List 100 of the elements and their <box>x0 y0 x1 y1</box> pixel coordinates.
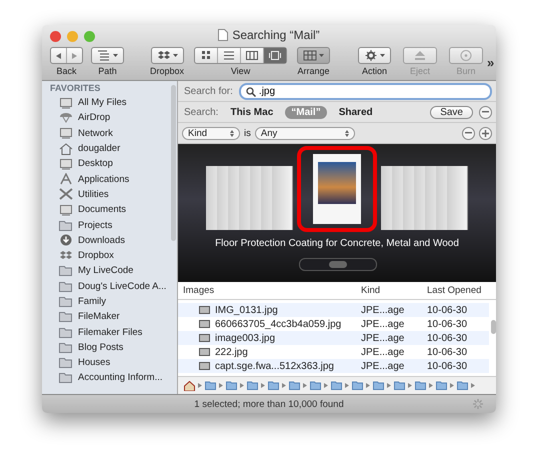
applications-icon <box>59 173 73 186</box>
view-mode-control[interactable] <box>194 47 288 64</box>
sidebar-item[interactable]: dougalder <box>42 140 170 156</box>
folder-icon[interactable] <box>289 381 300 390</box>
folder-icon[interactable] <box>373 381 384 390</box>
back-forward-control[interactable] <box>50 47 83 64</box>
sidebar-item[interactable]: My LiveCode <box>42 263 170 279</box>
document-thumbnail[interactable] <box>313 154 361 224</box>
table-cell-text: JPE...age <box>361 332 406 344</box>
scope-button[interactable]: Shared <box>332 106 379 118</box>
folder-icon <box>59 311 73 322</box>
toolbar-overflow-button[interactable]: » <box>487 55 494 70</box>
column-header[interactable]: Kind <box>361 285 427 296</box>
sidebar-item[interactable]: Houses <box>42 355 170 370</box>
folder-icon[interactable] <box>415 381 426 390</box>
sidebar-item[interactable]: Family <box>42 294 170 310</box>
folder-icon[interactable] <box>268 381 279 390</box>
caret-icon <box>380 54 386 57</box>
cover-flow-caption: Floor Protection Coating for Concrete, Metal and Wood <box>214 238 460 249</box>
remove-button[interactable] <box>462 126 475 140</box>
sidebar-item[interactable]: Projects <box>42 217 170 233</box>
minus-icon <box>482 111 489 113</box>
path-separator-icon <box>282 383 286 388</box>
table-cell: IMG_0131.jpg <box>183 304 361 316</box>
folder-icon[interactable] <box>310 381 321 390</box>
remove-button[interactable] <box>479 106 492 118</box>
sidebar-item[interactable]: Doug's LiveCode A... <box>42 278 170 294</box>
cover-flow-scrollbar[interactable] <box>299 258 377 271</box>
sidebar-item[interactable]: Utilities <box>42 186 170 202</box>
up-down-arrows-icon <box>344 130 349 136</box>
progress-spinner-icon <box>472 398 484 410</box>
folder-icon[interactable] <box>226 381 237 390</box>
folder-icon[interactable] <box>457 381 468 390</box>
folder-icon[interactable] <box>205 381 216 390</box>
cover-flow-icon <box>269 51 282 60</box>
folder-icon <box>59 342 73 353</box>
sidebar-item[interactable]: Dropbox <box>42 248 170 264</box>
add-button[interactable] <box>479 126 492 140</box>
status-text: 1 selected; more than 10,000 found <box>194 398 344 410</box>
dropbox-button[interactable] <box>150 47 184 64</box>
action-button[interactable] <box>358 47 392 64</box>
sidebar-item[interactable]: Applications <box>42 171 170 187</box>
attribute-popup[interactable]: Kind <box>182 126 240 140</box>
download-icon <box>59 234 73 246</box>
folder-icon <box>59 280 73 292</box>
folder-icon <box>59 220 73 231</box>
toolbar-label: Arrange <box>298 66 330 76</box>
sidebar-item[interactable]: Blog Posts <box>42 340 170 356</box>
toolbar-label: Dropbox <box>150 66 184 76</box>
table-cell-text: JPE...age <box>361 346 406 358</box>
table-cell-text: 10-06-30 <box>427 346 468 358</box>
column-header[interactable]: Images <box>183 285 361 296</box>
sidebar-item[interactable]: Accounting Inform... <box>42 370 170 386</box>
folder-icon[interactable] <box>352 381 363 390</box>
up-down-arrows-icon <box>230 130 234 136</box>
eject-icon <box>413 50 428 61</box>
close-button[interactable] <box>50 30 61 42</box>
value-popup[interactable]: Any <box>254 126 355 140</box>
view-mode-button[interactable] <box>263 48 286 63</box>
sidebar-item[interactable]: All My Files <box>42 95 170 110</box>
zoom-button[interactable] <box>84 30 95 42</box>
image-file-icon <box>199 362 210 370</box>
caret-icon <box>172 54 178 57</box>
caret-icon <box>113 54 118 57</box>
folder-icon[interactable] <box>394 381 405 390</box>
sidebar-item[interactable]: Network <box>42 126 170 141</box>
dropbox-icon <box>156 50 171 61</box>
scroll-thumb[interactable] <box>491 320 496 334</box>
dropbox-icon <box>59 250 73 262</box>
folder-icon <box>59 265 73 276</box>
minus-icon <box>465 132 472 134</box>
path-button[interactable] <box>91 47 124 64</box>
sidebar-item[interactable]: FileMaker <box>42 309 170 324</box>
right-arrow-icon <box>72 52 77 58</box>
save-button[interactable]: Save <box>430 106 473 118</box>
home-icon[interactable] <box>184 380 195 390</box>
sidebar-item[interactable]: AirDrop <box>42 110 170 126</box>
eject-button[interactable] <box>403 47 438 64</box>
folder-icon[interactable] <box>436 381 447 390</box>
search-icon <box>246 86 256 96</box>
folder-icon[interactable] <box>247 381 258 390</box>
folder-icon <box>59 372 73 384</box>
search-label: Search for: <box>184 86 233 96</box>
table-cell-text: 10-06-30 <box>427 360 468 372</box>
gear-icon <box>364 50 378 61</box>
sidebar-item[interactable]: Documents <box>42 202 170 218</box>
burn-button[interactable] <box>449 47 484 64</box>
list-icon <box>97 50 111 61</box>
table-cell: image003.jpg <box>183 332 361 344</box>
scope-button[interactable]: This Mac <box>224 106 280 118</box>
arrange-button[interactable] <box>297 47 330 64</box>
sidebar-item[interactable]: Downloads <box>42 232 170 248</box>
search-field[interactable]: .jpg <box>238 82 492 100</box>
path-separator-icon <box>240 383 244 388</box>
column-header[interactable]: Last Opened <box>427 285 489 296</box>
scroll-thumb[interactable] <box>171 85 176 241</box>
folder-icon[interactable] <box>331 381 342 390</box>
sidebar-item[interactable]: Desktop <box>42 156 170 172</box>
path-separator-icon <box>450 383 454 388</box>
sidebar-item[interactable]: Filemaker Files <box>42 324 170 340</box>
